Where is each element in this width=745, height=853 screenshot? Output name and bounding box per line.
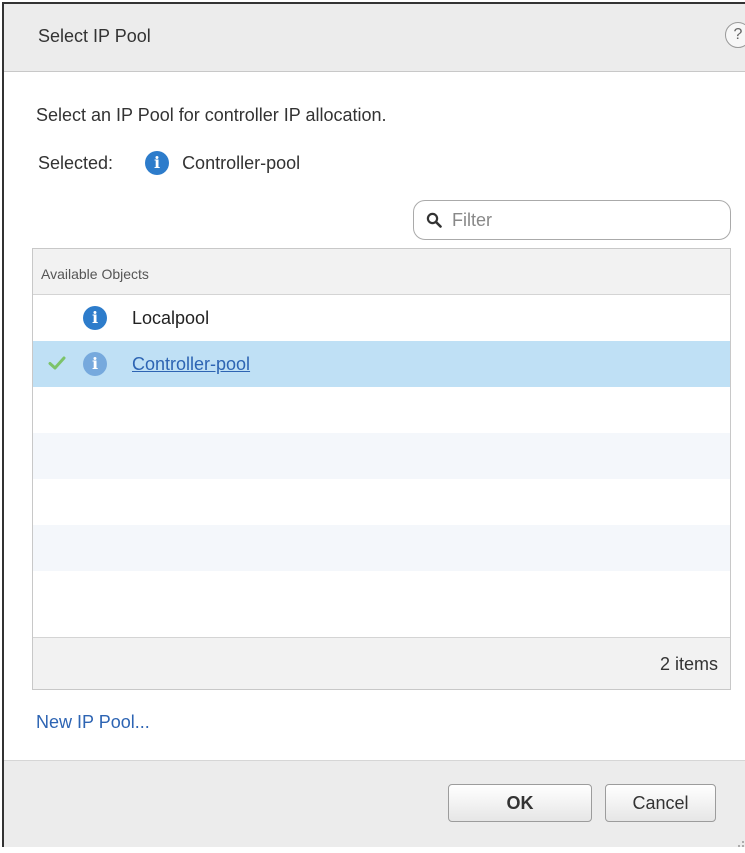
grid-footer: 2 items [33, 637, 730, 689]
list-item-label[interactable]: Controller-pool [132, 354, 250, 375]
info-icon: i [145, 151, 170, 175]
empty-row [33, 571, 730, 617]
grid-header: Available Objects [33, 249, 730, 295]
empty-row [33, 525, 730, 571]
selected-indicator: Selected: i Controller-pool [38, 150, 300, 176]
filter-input[interactable] [450, 208, 714, 232]
column-header-available-objects: Available Objects [41, 266, 149, 282]
list-item[interactable]: i Localpool [33, 295, 730, 341]
select-ip-pool-dialog: Select IP Pool ? Select an IP Pool for c… [2, 2, 745, 847]
empty-row [33, 479, 730, 525]
selected-label: Selected: [38, 152, 114, 173]
objects-grid: Available Objects i Localpool i Controll… [32, 248, 731, 690]
new-ip-pool-link[interactable]: New IP Pool... [36, 712, 150, 733]
search-icon [426, 212, 442, 228]
cancel-button[interactable]: Cancel [605, 784, 716, 822]
info-icon: i [83, 306, 107, 330]
empty-row [33, 387, 730, 433]
resize-grip-icon[interactable] [735, 835, 745, 847]
ok-button[interactable]: OK [448, 784, 592, 822]
empty-row [33, 433, 730, 479]
selected-value: Controller-pool [182, 152, 301, 173]
checkmark-icon [47, 353, 67, 373]
list-item[interactable]: i Controller-pool [33, 341, 730, 387]
dialog-titlebar: Select IP Pool ? [4, 4, 745, 72]
dialog-title: Select IP Pool [38, 26, 151, 46]
info-icon: i [83, 352, 107, 376]
grid-rows: i Localpool i Controller-pool [33, 295, 730, 617]
filter-box[interactable] [413, 200, 731, 240]
item-count: 2 items [659, 654, 718, 674]
instruction-text: Select an IP Pool for controller IP allo… [36, 105, 387, 125]
dialog-footer: OK Cancel [4, 760, 745, 847]
list-item-label: Localpool [132, 308, 210, 328]
help-icon[interactable]: ? [725, 22, 745, 48]
